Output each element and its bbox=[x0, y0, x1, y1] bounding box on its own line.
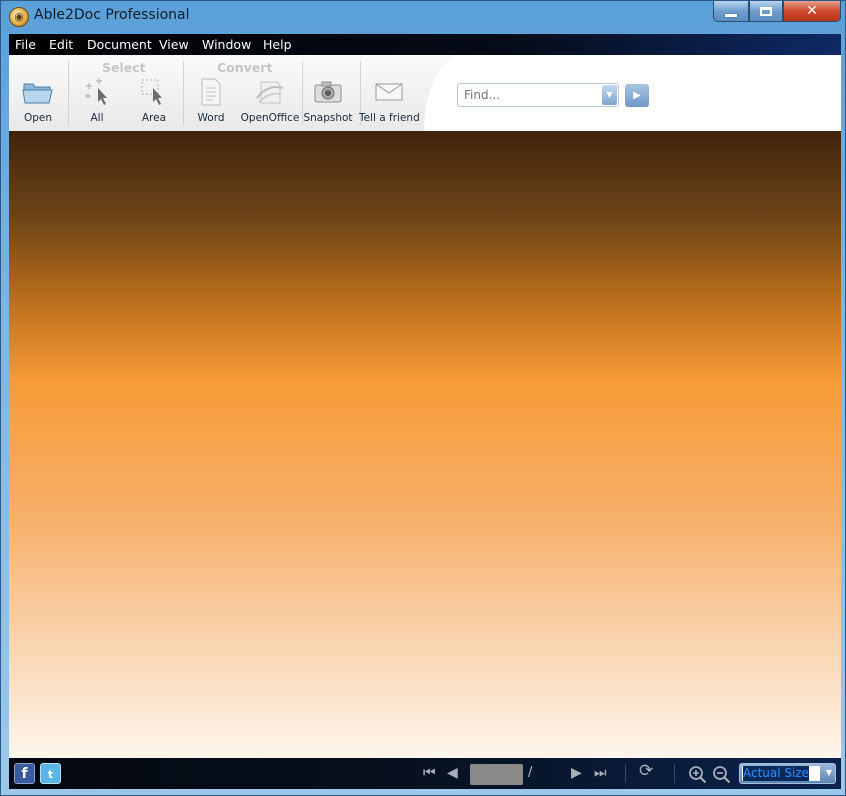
open-button[interactable]: Open bbox=[8, 77, 68, 124]
close-button[interactable]: ✕ bbox=[783, 1, 841, 22]
zoom-level-value: Actual Size bbox=[742, 766, 811, 781]
rotate-icon[interactable]: ⟳ bbox=[639, 763, 653, 780]
menu-document[interactable]: Document bbox=[87, 37, 152, 52]
openoffice-label: OpenOffice bbox=[240, 112, 300, 124]
find-combobox[interactable]: ▼ bbox=[457, 83, 619, 107]
first-page-icon[interactable]: ⏮ bbox=[423, 765, 436, 781]
previous-page-icon[interactable]: ◀ bbox=[447, 765, 458, 781]
window-title: Able2Doc Professional bbox=[34, 7, 190, 23]
convert-word-button[interactable]: Word bbox=[181, 77, 241, 124]
minimize-button[interactable] bbox=[713, 1, 749, 22]
zoom-in-icon[interactable] bbox=[688, 765, 708, 789]
convert-openoffice-button[interactable]: OpenOffice bbox=[240, 77, 300, 124]
menu-bar: File Edit Document View Window Help bbox=[9, 34, 841, 55]
select-all-label: All bbox=[90, 112, 104, 124]
maximize-button[interactable] bbox=[749, 1, 783, 22]
page-separator: / bbox=[528, 765, 533, 780]
select-area-label: Area bbox=[141, 112, 167, 124]
next-page-icon[interactable]: ▶ bbox=[571, 765, 582, 781]
chevron-down-icon: ▼ bbox=[825, 768, 832, 777]
open-label: Open bbox=[23, 112, 53, 124]
maximize-icon bbox=[760, 6, 772, 16]
app-logo-icon: ◉ bbox=[9, 7, 29, 27]
window-controls: ✕ bbox=[713, 1, 841, 23]
zoom-out-icon[interactable] bbox=[712, 765, 732, 789]
status-separator bbox=[674, 764, 675, 783]
title-bar[interactable]: ◉ Able2Doc Professional ✕ bbox=[1, 1, 846, 33]
folder-open-icon bbox=[22, 77, 54, 107]
minimize-icon bbox=[725, 13, 737, 17]
document-canvas[interactable] bbox=[9, 131, 841, 758]
tell-a-friend-label: Tell a friend bbox=[359, 112, 420, 124]
snapshot-button[interactable]: Snapshot bbox=[298, 77, 358, 124]
play-arrow-icon: ▶ bbox=[633, 90, 641, 101]
menu-window[interactable]: Window bbox=[202, 37, 251, 52]
menu-edit[interactable]: Edit bbox=[49, 37, 73, 52]
convert-group-label: Convert bbox=[217, 60, 273, 75]
text-cursor bbox=[742, 766, 743, 781]
camera-icon bbox=[312, 77, 344, 107]
tell-a-friend-button[interactable]: Tell a friend bbox=[359, 77, 420, 124]
status-separator bbox=[625, 764, 626, 783]
envelope-icon bbox=[373, 77, 405, 107]
toolbar: Open Select All Area Convert Word OpenOf… bbox=[9, 55, 841, 132]
select-area-button[interactable]: Area bbox=[124, 77, 184, 124]
select-all-cursor-icon bbox=[81, 77, 113, 107]
menu-help[interactable]: Help bbox=[263, 37, 292, 52]
client-area: File Edit Document View Window Help Open… bbox=[9, 34, 841, 789]
select-all-button[interactable]: All bbox=[67, 77, 127, 124]
find-go-button[interactable]: ▶ bbox=[625, 84, 649, 107]
find-dropdown-arrow-icon[interactable]: ▼ bbox=[602, 85, 617, 105]
facebook-icon[interactable]: f bbox=[14, 763, 35, 784]
menu-file[interactable]: File bbox=[15, 37, 36, 52]
app-window: ◉ Able2Doc Professional ✕ File Edit Docu… bbox=[0, 0, 846, 796]
word-label: Word bbox=[197, 112, 225, 124]
snapshot-label: Snapshot bbox=[303, 112, 353, 124]
word-document-icon bbox=[195, 77, 227, 107]
last-page-icon[interactable]: ⏭ bbox=[594, 765, 607, 781]
zoom-level-clear bbox=[809, 766, 820, 781]
select-group-label: Select bbox=[102, 60, 146, 75]
find-input[interactable] bbox=[462, 87, 596, 103]
openoffice-icon bbox=[254, 77, 286, 107]
zoom-level-select[interactable]: Actual Size ▼ bbox=[739, 763, 836, 784]
menu-view[interactable]: View bbox=[159, 37, 189, 52]
select-area-icon bbox=[138, 77, 170, 107]
twitter-icon[interactable]: t bbox=[40, 763, 61, 784]
page-number-input[interactable] bbox=[470, 764, 523, 785]
close-icon: ✕ bbox=[806, 3, 818, 19]
status-bar: f t ⏮ ◀ / ▶ ⏭ ⟳ Actual Size ▼ bbox=[9, 758, 841, 789]
